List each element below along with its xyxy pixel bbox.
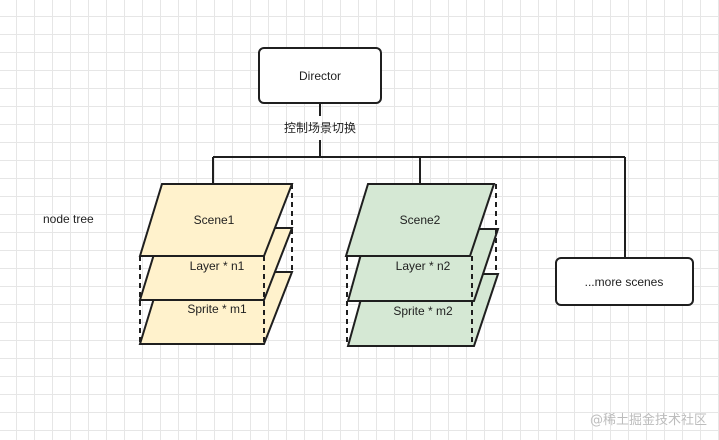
edge-label: 控制场景切换 (284, 121, 356, 135)
scene1-label: Scene1 (194, 213, 235, 227)
more-scenes-node: ...more scenes (555, 257, 694, 306)
scene1-layer-label: Layer * n1 (190, 259, 245, 273)
scene1-stack: Scene1 Layer * n1 Sprite * m1 (138, 183, 294, 345)
scene2-label: Scene2 (400, 213, 441, 227)
more-scenes-label: ...more scenes (585, 275, 664, 289)
scene2-layer-label: Layer * n2 (396, 259, 451, 273)
watermark: @稀土掘金技术社区 (589, 413, 707, 428)
director-node: Director (258, 47, 382, 104)
node-tree-label: node tree (43, 212, 94, 226)
scene2-sprite-label: Sprite * m2 (393, 304, 453, 318)
director-label: Director (299, 69, 341, 83)
scene1-sprite-label: Sprite * m1 (187, 302, 247, 316)
scene2-stack: Scene2 Layer * n2 Sprite * m2 (344, 183, 500, 347)
diagram-canvas: Director 控制场景切换 node tree Scene1 Layer *… (43, 47, 694, 347)
